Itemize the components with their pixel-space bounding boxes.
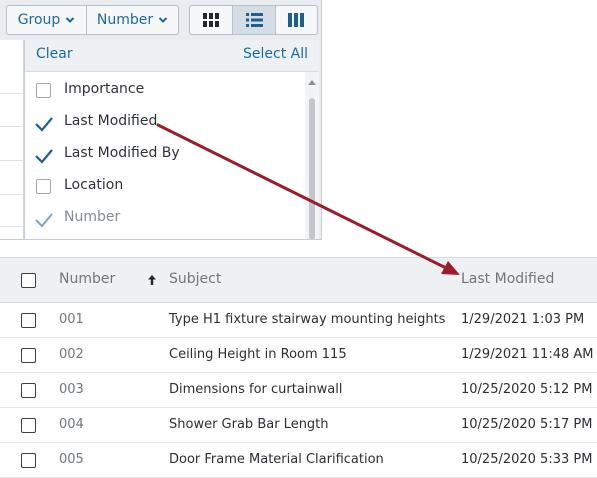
clear-link[interactable]: Clear xyxy=(36,46,73,62)
row-last-modified: 10/25/2020 5:17 PM xyxy=(461,417,593,432)
number-button-label: Number xyxy=(96,12,154,28)
row-last-modified: 10/25/2020 5:12 PM xyxy=(461,382,593,397)
column-option-importance[interactable]: Importance xyxy=(25,72,305,104)
chevron-down-icon xyxy=(158,17,168,23)
table-row[interactable]: 001 Type H1 fixture stairway mounting he… xyxy=(0,303,597,338)
row-last-modified: 1/29/2021 11:48 AM xyxy=(461,347,594,362)
row-checkbox[interactable] xyxy=(21,383,36,398)
scroll-up-arrow-icon[interactable] xyxy=(308,80,316,85)
row-number: 003 xyxy=(59,382,84,397)
column-view-icon xyxy=(288,13,305,27)
scrollbar-thumb[interactable] xyxy=(309,98,315,239)
view-mode-button-group xyxy=(189,5,318,35)
column-header-subject[interactable]: Subject xyxy=(169,271,221,287)
column-option-location[interactable]: Location xyxy=(25,168,305,200)
column-header-number[interactable]: Number xyxy=(59,271,115,287)
column-select-dropdown: Clear Select All Importance Last Modifie… xyxy=(24,40,319,239)
column-option-last-modified[interactable]: Last Modified xyxy=(25,104,305,136)
option-label: Last Modified By xyxy=(64,145,180,161)
table-row[interactable]: 004 Shower Grab Bar Length 10/25/2020 5:… xyxy=(0,408,597,443)
option-checkbox[interactable] xyxy=(36,83,51,98)
table-row[interactable]: 002 Ceiling Height in Room 115 1/29/2021… xyxy=(0,338,597,373)
column-option-last-modified-by[interactable]: Last Modified By xyxy=(25,136,305,168)
group-dropdown-button[interactable]: Group xyxy=(7,6,87,34)
row-checkbox[interactable] xyxy=(21,418,36,433)
option-label: Number xyxy=(64,209,121,225)
row-last-modified: 1/29/2021 1:03 PM xyxy=(461,312,585,327)
row-number: 005 xyxy=(59,452,84,467)
select-all-checkbox[interactable] xyxy=(21,273,36,288)
column-option-number: Number xyxy=(25,200,305,232)
column-option-list: Importance Last Modified Last Modified B… xyxy=(25,72,305,239)
group-number-button-group: Group Number xyxy=(6,5,179,35)
column-view-button[interactable] xyxy=(274,6,317,34)
row-number: 004 xyxy=(59,417,84,432)
table-row[interactable]: 005 Door Frame Material Clarification 10… xyxy=(0,443,597,478)
checkmark-icon xyxy=(35,149,53,164)
number-dropdown-button[interactable]: Number xyxy=(87,6,178,34)
dropdown-scrollbar[interactable] xyxy=(305,72,319,239)
row-number: 001 xyxy=(59,312,84,327)
row-subject: Door Frame Material Clarification xyxy=(169,452,384,467)
row-checkbox[interactable] xyxy=(21,453,36,468)
row-subject: Dimensions for curtainwall xyxy=(169,382,343,397)
grid-view-icon xyxy=(203,13,220,27)
background-table-strip xyxy=(0,40,24,239)
option-label: Location xyxy=(64,177,124,193)
row-checkbox[interactable] xyxy=(21,348,36,363)
checkmark-icon xyxy=(35,213,53,228)
table-header: Number Subject Last Modified xyxy=(0,258,597,303)
sort-up-icon[interactable] xyxy=(148,275,156,285)
page: Group Number Clear Select All Importance… xyxy=(0,0,597,478)
table-row[interactable]: 003 Dimensions for curtainwall 10/25/202… xyxy=(0,373,597,408)
dropdown-header: Clear Select All xyxy=(25,40,319,72)
row-last-modified: 10/25/2020 5:33 PM xyxy=(461,452,593,467)
select-all-link[interactable]: Select All xyxy=(243,46,308,62)
list-view-button[interactable] xyxy=(232,6,275,34)
column-picker-panel: Group Number Clear Select All Importance… xyxy=(0,0,322,240)
option-label: Last Modified xyxy=(64,113,158,129)
list-view-icon xyxy=(245,13,263,27)
items-table: Number Subject Last Modified 001 Type H1… xyxy=(0,257,597,478)
row-number: 002 xyxy=(59,347,84,362)
column-header-last-modified[interactable]: Last Modified xyxy=(461,271,554,287)
option-label: Importance xyxy=(64,81,145,97)
row-checkbox[interactable] xyxy=(21,313,36,328)
chevron-down-icon xyxy=(66,17,75,23)
row-subject: Ceiling Height in Room 115 xyxy=(169,347,347,362)
option-checkbox[interactable] xyxy=(36,179,51,194)
group-button-label: Group xyxy=(17,12,61,28)
row-subject: Type H1 fixture stairway mounting height… xyxy=(169,312,446,327)
checkmark-icon xyxy=(35,117,53,132)
grid-view-button[interactable] xyxy=(190,6,232,34)
row-subject: Shower Grab Bar Length xyxy=(169,417,329,432)
toolbar: Group Number xyxy=(0,0,321,40)
